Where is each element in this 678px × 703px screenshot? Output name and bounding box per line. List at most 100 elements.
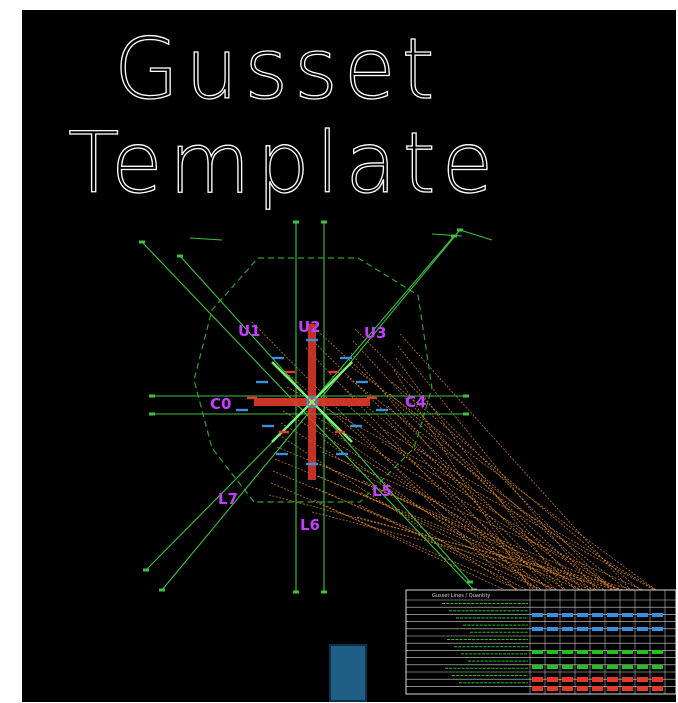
table-cell-green [607, 650, 618, 654]
blue-bolt-mark [340, 356, 352, 360]
leader-line [383, 429, 667, 597]
red-bolt-mark [367, 396, 377, 400]
table-cell-blue [577, 613, 588, 617]
table-cell-blue [652, 613, 663, 617]
table-cell-red [592, 677, 603, 682]
table-cell-green [547, 665, 558, 669]
blue-bolt-mark [356, 380, 368, 384]
table-cell-red [577, 686, 588, 691]
table-cell-blue [607, 613, 618, 617]
table-cell-blue [607, 627, 618, 631]
blue-bolt-mark [236, 408, 248, 412]
red-bolt-mark [279, 430, 289, 434]
table-cell-red [622, 677, 633, 682]
blue-marker [329, 644, 367, 702]
table-cell-blue [577, 627, 588, 631]
member-line [459, 229, 493, 241]
table-cell-blue [532, 613, 543, 617]
leader-line [354, 328, 624, 602]
member-end-tick [177, 254, 183, 258]
table-cell-red [562, 686, 573, 691]
member-line [189, 237, 223, 241]
leader-line [389, 393, 619, 597]
leader-line [317, 475, 595, 597]
table-cell-green [622, 650, 633, 654]
leader-line [309, 323, 609, 599]
node-label-l6: L6 [300, 516, 320, 534]
table-cell-green [637, 650, 648, 654]
blue-bolt-mark [350, 424, 362, 428]
table-cell-red [547, 677, 558, 682]
leader-line [321, 451, 663, 599]
node-label-c0: C0 [210, 395, 231, 413]
table-cell-red [562, 677, 573, 682]
node-label-c4: C4 [405, 393, 426, 411]
table-cell-red [637, 677, 648, 682]
table-cell-red [652, 677, 663, 682]
blue-bolt-mark [272, 356, 284, 360]
table-cell-green [562, 650, 573, 654]
member-end-tick [139, 240, 145, 244]
member-end-tick [321, 590, 327, 594]
table-cell-green [562, 665, 573, 669]
member-end-tick [463, 412, 469, 416]
blue-bolt-mark [376, 408, 388, 412]
table-cell-green [652, 665, 663, 669]
blue-bolt-mark [306, 462, 318, 466]
member-end-tick [457, 228, 463, 232]
leader-line [391, 381, 653, 601]
table-cell-red [607, 677, 618, 682]
table-cell-green [592, 650, 603, 654]
node-label-l5: L5 [372, 482, 392, 500]
table-cell-green [652, 650, 663, 654]
member-end-tick [149, 412, 155, 416]
table-cell-blue [592, 613, 603, 617]
blue-bolt-mark [336, 452, 348, 456]
table-cell-blue [652, 627, 663, 631]
gusset-drawing: Gusset Template U1 U2 U3 C0 C4 L7 L5 L6 … [67, 19, 676, 695]
table-cell-green [577, 665, 588, 669]
blue-bolt-mark [306, 338, 318, 342]
table-cell-red [652, 686, 663, 691]
table-cell-red [577, 677, 588, 682]
table-cell-green [607, 665, 618, 669]
leader-line [325, 427, 581, 601]
member-end-tick [159, 588, 165, 592]
leader-line [319, 463, 629, 601]
table-cell-blue [637, 627, 648, 631]
red-bolt-mark [335, 430, 345, 434]
table-cell-blue [592, 627, 603, 631]
leader-line [381, 441, 633, 599]
node-label-u3: U3 [364, 324, 387, 342]
member-end-tick [293, 220, 299, 224]
leader-line [311, 511, 643, 597]
member-end-tick [463, 394, 469, 398]
red-bolt-mark [285, 370, 295, 374]
table-cell-green [532, 650, 543, 654]
leader-line [352, 340, 590, 598]
node-label-l7: L7 [218, 490, 238, 508]
node-label-u1: U1 [238, 322, 261, 340]
title-line-1: Gusset [114, 20, 440, 118]
table-cell-blue [562, 627, 573, 631]
member-end-tick [149, 394, 155, 398]
table-cell-green [577, 650, 588, 654]
table-cell-red [637, 686, 648, 691]
red-bolt-mark [329, 370, 339, 374]
table-cell-blue [637, 613, 648, 617]
blue-bolt-mark [262, 424, 274, 428]
table-cell-green [592, 665, 603, 669]
table-cell-blue [532, 627, 543, 631]
leader-line [315, 487, 561, 599]
table-cell-red [592, 686, 603, 691]
table-cell-green [547, 650, 558, 654]
title-line-2: Template [68, 114, 499, 212]
table-cell-blue [622, 613, 633, 617]
table-cell-blue [547, 627, 558, 631]
table-header: Gusset Lines / Quantity [432, 593, 490, 599]
table-cell-red [607, 686, 618, 691]
blue-bolt-mark [276, 452, 288, 456]
table-cell-red [532, 686, 543, 691]
table-cell-green [622, 665, 633, 669]
table-cell-red [622, 686, 633, 691]
